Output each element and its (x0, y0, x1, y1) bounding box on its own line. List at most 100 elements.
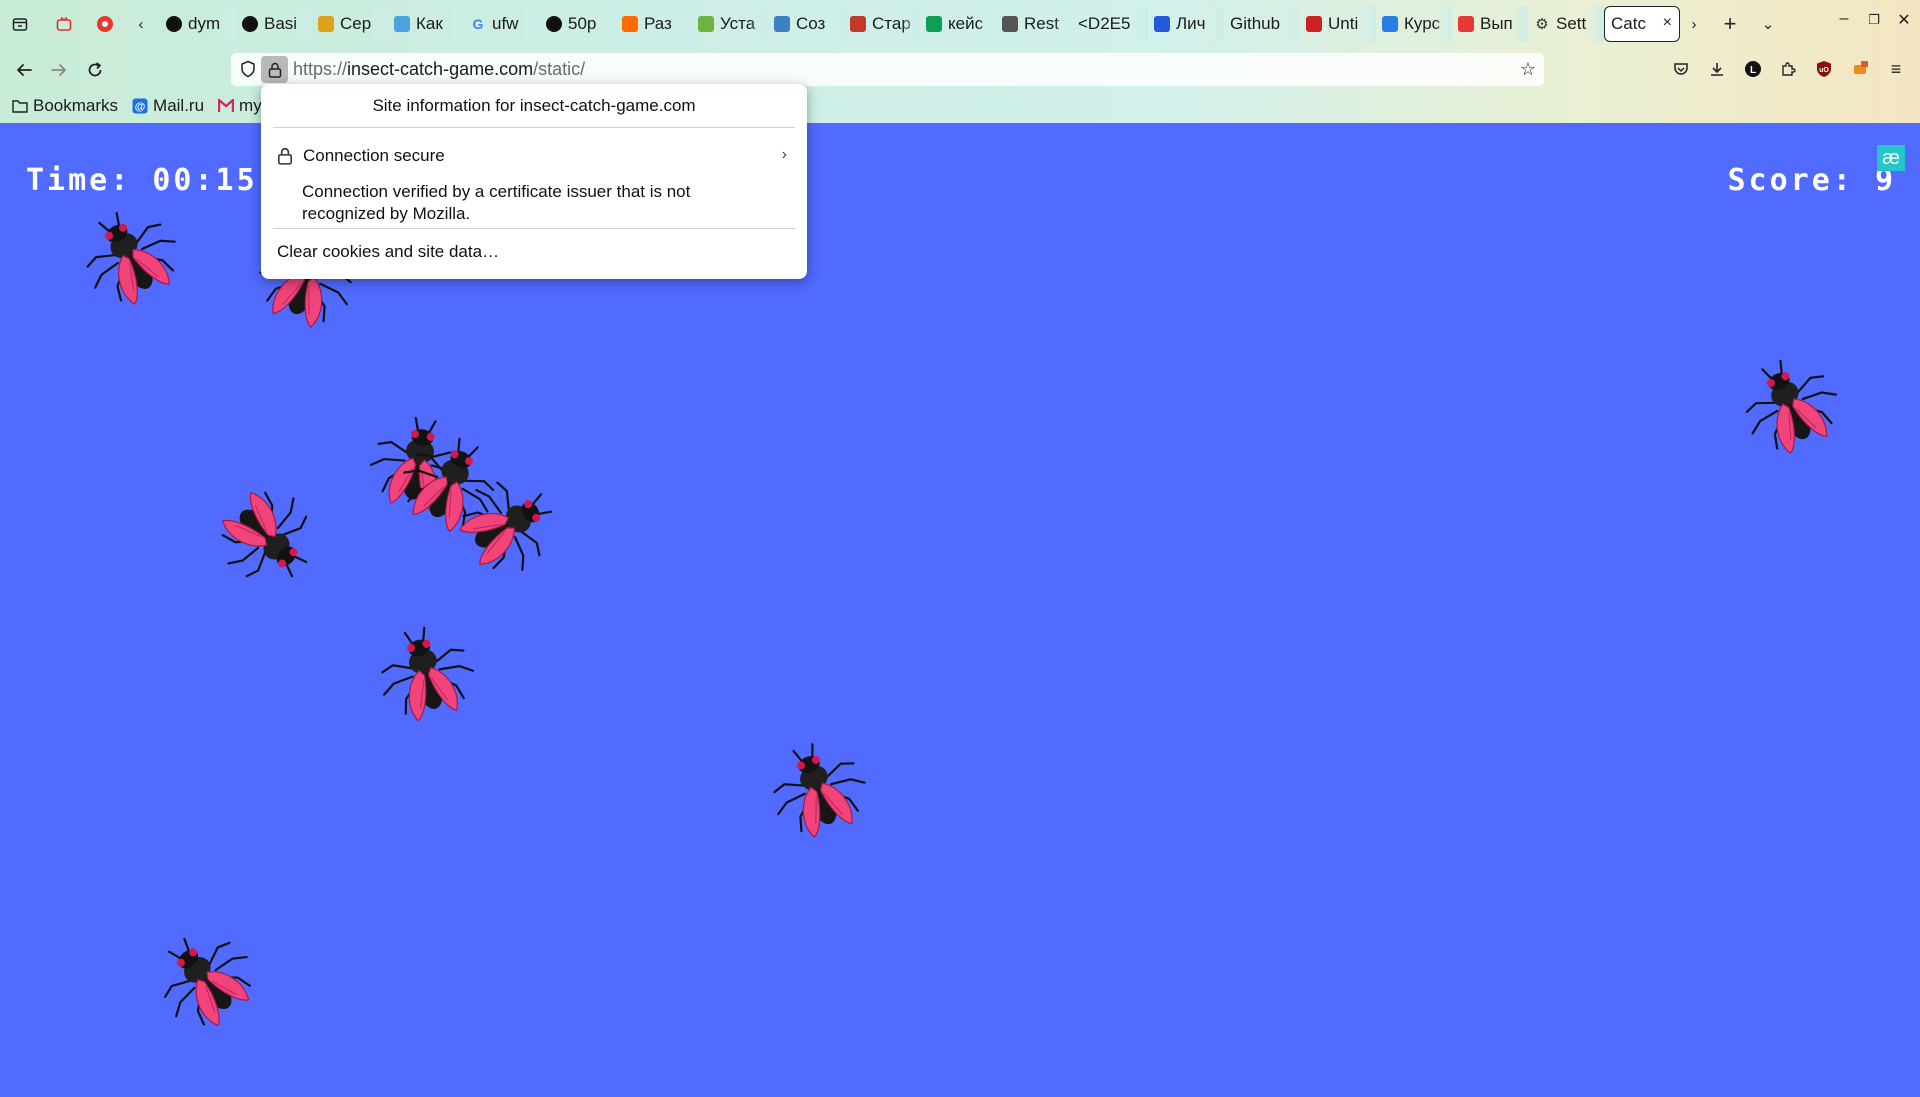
new-tab-icon[interactable]: + (1718, 11, 1742, 36)
lock-icon (278, 147, 292, 165)
pinned-tab-red-icon[interactable] (93, 12, 117, 36)
bookmark-my[interactable]: my (218, 96, 262, 116)
svg-text:L: L (1750, 65, 1756, 76)
scroll-tabs-right-icon[interactable]: › (1682, 12, 1706, 36)
tab-label: Раз (644, 14, 672, 33)
tab-item[interactable]: Rest (996, 6, 1072, 42)
favicon-icon (318, 16, 334, 32)
favicon-icon (394, 16, 410, 32)
insect-fly[interactable] (1710, 325, 1869, 484)
tab-bar: ‹ dym Basi Cep Как Gufw 50p Раз Уста Соз Стар кейс… (0, 0, 1920, 48)
site-info-panel: Site information for insect-catch-game.c… (261, 84, 807, 279)
pinned-tab-tv-icon[interactable] (52, 12, 76, 36)
tab-label: Курс (1404, 14, 1441, 33)
bookmark-star-icon[interactable]: ☆ (1520, 59, 1536, 80)
favicon-icon (698, 16, 714, 32)
url-text[interactable]: https://insect-catch-game.com/static/ (293, 59, 585, 80)
clear-cookies-button[interactable]: Clear cookies and site data… (277, 242, 499, 262)
mail-icon: @ (132, 98, 148, 114)
pocket-icon[interactable] (1670, 58, 1692, 80)
tab-item[interactable]: dym (160, 6, 236, 42)
github-icon (242, 16, 258, 32)
minimize-icon[interactable]: – (1830, 10, 1858, 28)
tab-item[interactable]: Раз (616, 6, 692, 42)
menu-hamburger-icon[interactable]: ≡ (1885, 58, 1907, 80)
close-window-icon[interactable]: ✕ (1890, 10, 1918, 30)
tracking-shield-icon[interactable] (239, 60, 257, 78)
url-scheme: https:// (293, 59, 348, 79)
tab-item[interactable]: Gufw (464, 6, 540, 42)
tab-item[interactable]: Github (1224, 6, 1300, 42)
tabs-row: dym Basi Cep Как Gufw 50p Раз Уста Соз Стар кейс Re… (160, 6, 1604, 42)
lock-icon (268, 62, 281, 78)
extension-badge-icon[interactable]: æ (1877, 145, 1905, 171)
tab-label: dym (188, 14, 221, 33)
chevron-right-icon: › (781, 146, 787, 163)
tab-label: Соз (796, 14, 826, 33)
favicon-icon (1154, 16, 1170, 32)
tab-item[interactable]: Стар (844, 6, 920, 42)
insect-fly[interactable] (120, 894, 289, 1063)
url-bar[interactable]: https://insect-catch-game.com/static/ ☆ (231, 53, 1544, 86)
insect-fly[interactable] (48, 174, 212, 338)
tab-label: кейс (948, 14, 984, 33)
insect-fly[interactable] (183, 453, 353, 623)
list-all-tabs-icon[interactable]: ⌄ (1756, 12, 1780, 36)
tab-item[interactable]: Cep (312, 6, 388, 42)
back-icon[interactable] (11, 57, 37, 83)
divider (273, 127, 795, 128)
tab-label: Basi (264, 14, 298, 33)
score: Score: 9 (1728, 163, 1897, 198)
extension-orange-icon[interactable] (1849, 58, 1871, 80)
insect-fly[interactable] (353, 600, 500, 747)
tab-active-label: Catc (1611, 14, 1646, 33)
tab-label: Стар (872, 14, 911, 33)
tab-item[interactable]: ⚙ Sett (1528, 6, 1604, 42)
insect-fly[interactable] (741, 712, 895, 866)
tab-item[interactable]: 50p (540, 6, 616, 42)
site-info-lock-button[interactable] (261, 56, 288, 83)
scroll-tabs-left-icon[interactable]: ‹ (129, 12, 153, 36)
tab-item[interactable]: Вып (1452, 6, 1528, 42)
bookmark-label: my (239, 96, 262, 115)
github-icon (166, 16, 182, 32)
tab-list-icon[interactable] (8, 12, 32, 36)
svg-text:uO: uO (1819, 67, 1829, 74)
tab-item[interactable]: Соз (768, 6, 844, 42)
tab-item[interactable]: Unti (1300, 6, 1376, 42)
certificate-description: Connection verified by a certificate iss… (302, 182, 691, 223)
site-info-title: Site information for insect-catch-game.c… (372, 96, 696, 115)
tab-item[interactable]: Лич (1148, 6, 1224, 42)
tab-item[interactable]: Курс (1376, 6, 1452, 42)
account-avatar-icon[interactable]: L (1742, 58, 1764, 80)
forward-icon[interactable] (46, 57, 72, 83)
tab-item[interactable]: Уста (692, 6, 768, 42)
ublock-shield-icon[interactable]: uO (1813, 58, 1835, 80)
favicon-icon (774, 16, 790, 32)
extensions-puzzle-icon[interactable] (1777, 58, 1799, 80)
favicon-icon (1458, 16, 1474, 32)
tab-label: Unti (1328, 14, 1359, 33)
connection-secure-button[interactable]: Connection secure › (277, 141, 791, 171)
bookmark-folder-bookmarks[interactable]: Bookmarks (12, 96, 118, 116)
tab-active[interactable]: Catc × (1604, 6, 1680, 42)
tab-item[interactable]: Basi (236, 6, 312, 42)
restore-icon[interactable]: ❐ (1860, 12, 1888, 28)
tab-item[interactable]: кейс (920, 6, 996, 42)
reload-icon[interactable] (82, 57, 108, 83)
tab-item[interactable]: Как (388, 6, 464, 42)
close-tab-icon[interactable]: × (1663, 14, 1672, 32)
time-label: Time: (26, 163, 132, 198)
bookmark-mailru[interactable]: @ Mail.ru (132, 96, 204, 116)
tab-label: ufw (492, 14, 519, 33)
divider (273, 228, 795, 229)
tab-label: Sett (1556, 14, 1587, 33)
favicon-icon (850, 16, 866, 32)
tab-label: Github (1230, 14, 1281, 33)
tab-label: Вып (1480, 14, 1513, 33)
gear-icon: ⚙ (1535, 16, 1549, 33)
url-domain: insect-catch-game.com (347, 59, 534, 79)
tab-item[interactable]: <D2E5 (1072, 6, 1148, 42)
favicon-icon (1002, 16, 1018, 32)
downloads-icon[interactable] (1706, 58, 1728, 80)
